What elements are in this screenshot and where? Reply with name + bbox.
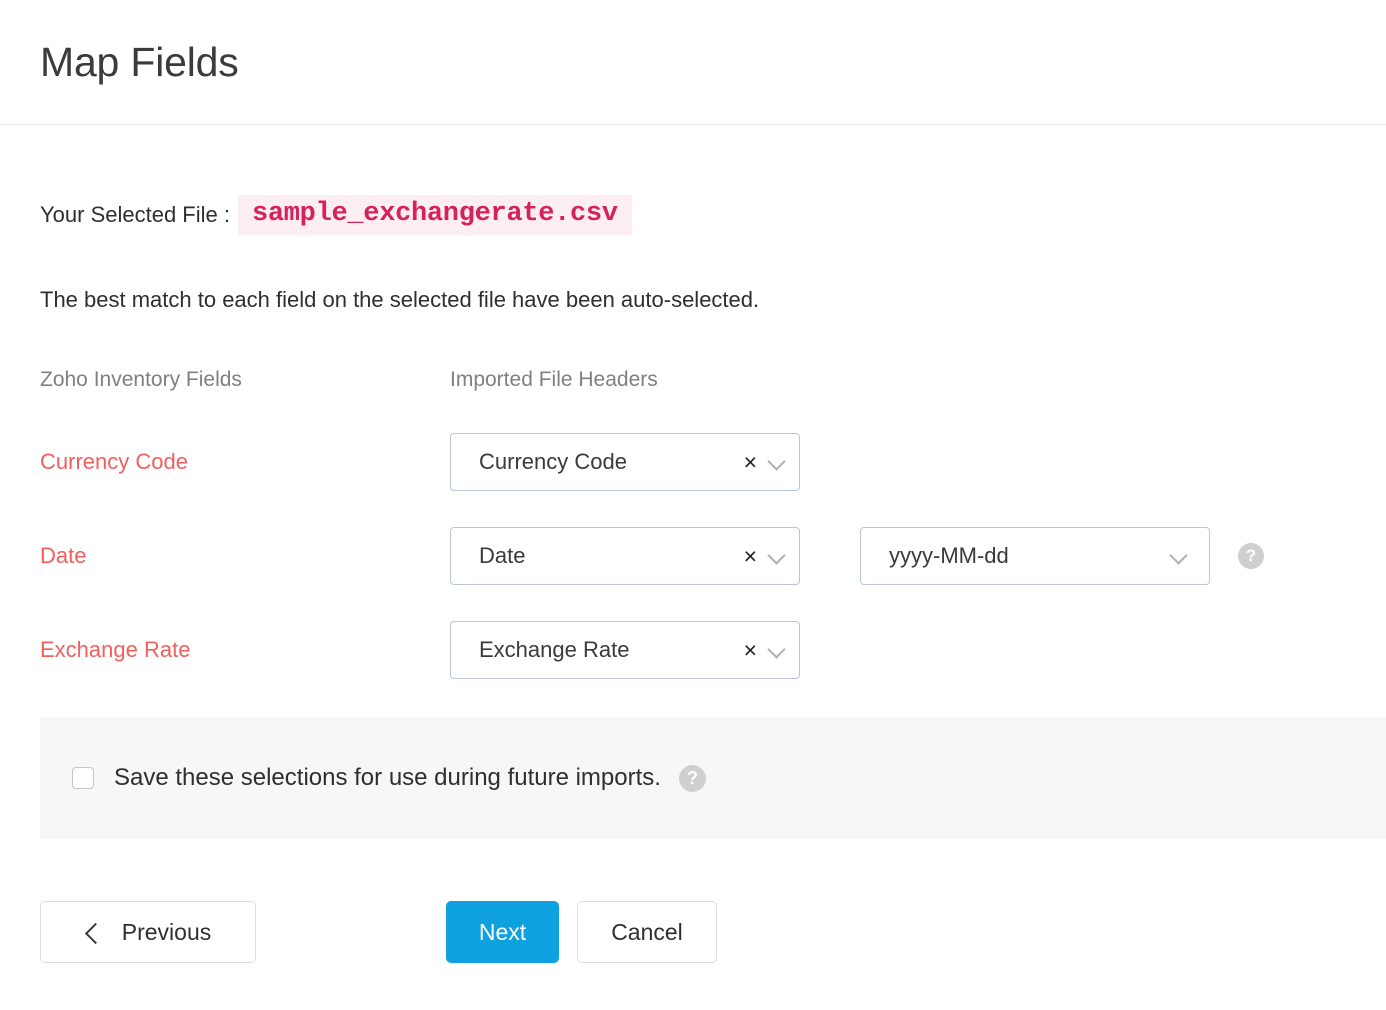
field-label-currency-code: Currency Code xyxy=(40,449,450,475)
table-row: Date Date × yyyy-MM-dd ? xyxy=(40,527,1346,585)
chevron-down-icon[interactable] xyxy=(1171,548,1187,564)
mapping-select-exchange-rate[interactable]: Exchange Rate × xyxy=(450,621,800,679)
footer-button-row: Previous Next Cancel xyxy=(0,901,1386,963)
date-format-value: yyyy-MM-dd xyxy=(889,543,1171,569)
previous-button[interactable]: Previous xyxy=(40,901,256,963)
table-row: Exchange Rate Exchange Rate × xyxy=(40,621,1346,679)
mapping-select-value: Exchange Rate xyxy=(479,637,744,663)
save-selections-label: Save these selections for use during fut… xyxy=(114,764,661,792)
field-label-date: Date xyxy=(40,543,450,569)
next-button[interactable]: Next xyxy=(446,901,559,963)
help-icon[interactable]: ? xyxy=(1238,543,1264,569)
save-selections-checkbox[interactable] xyxy=(72,767,94,789)
mapping-select-date[interactable]: Date × xyxy=(450,527,800,585)
mapping-table-header: Zoho Inventory Fields Imported File Head… xyxy=(40,363,1346,397)
cancel-button[interactable]: Cancel xyxy=(577,901,717,963)
page-header: Map Fields xyxy=(0,0,1386,125)
close-icon[interactable]: × xyxy=(744,451,757,474)
mapping-select-currency-code[interactable]: Currency Code × xyxy=(450,433,800,491)
main-content: Your Selected File : sample_exchangerate… xyxy=(0,195,1386,679)
chevron-left-icon xyxy=(85,925,100,940)
chevron-down-icon[interactable] xyxy=(769,548,785,564)
selected-file-label: Your Selected File : xyxy=(40,202,230,228)
chevron-down-icon[interactable] xyxy=(769,454,785,470)
field-mapping-table: Zoho Inventory Fields Imported File Head… xyxy=(40,363,1346,679)
selected-file-row: Your Selected File : sample_exchangerate… xyxy=(40,195,1346,235)
auto-select-description: The best match to each field on the sele… xyxy=(40,287,1346,313)
selected-file-name: sample_exchangerate.csv xyxy=(238,195,632,235)
column-header-imported-headers: Imported File Headers xyxy=(450,368,860,392)
close-icon[interactable]: × xyxy=(744,545,757,568)
date-format-select[interactable]: yyyy-MM-dd xyxy=(860,527,1210,585)
previous-button-label: Previous xyxy=(122,919,211,946)
save-selections-band: Save these selections for use during fut… xyxy=(40,717,1386,839)
column-header-zoho-fields: Zoho Inventory Fields xyxy=(40,368,450,392)
close-icon[interactable]: × xyxy=(744,639,757,662)
field-label-exchange-rate: Exchange Rate xyxy=(40,637,450,663)
chevron-down-icon[interactable] xyxy=(769,642,785,658)
page-title: Map Fields xyxy=(40,39,239,86)
help-icon[interactable]: ? xyxy=(679,765,706,792)
mapping-select-value: Date xyxy=(479,543,744,569)
table-row: Currency Code Currency Code × xyxy=(40,433,1346,491)
mapping-select-value: Currency Code xyxy=(479,449,744,475)
